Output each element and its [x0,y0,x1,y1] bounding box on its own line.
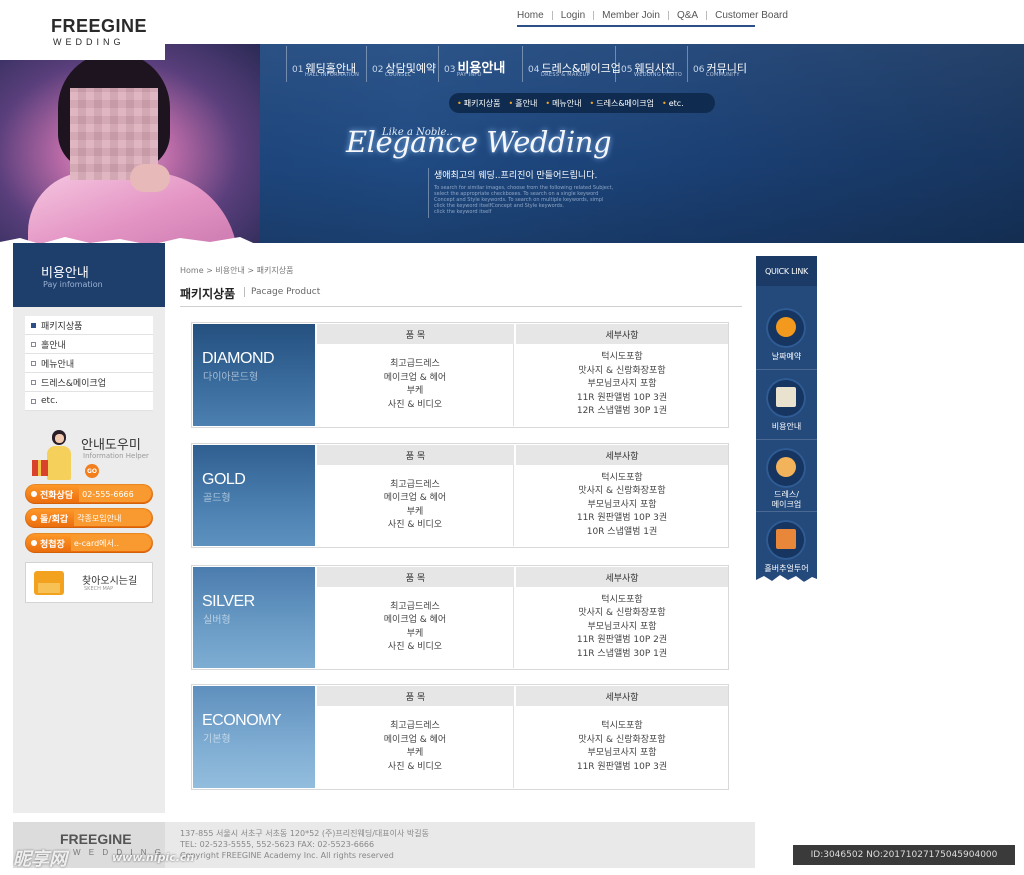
left-sidebar: 비용안내 Pay infomation 패키지상품 홀안내 메뉴안내 드레스&메… [13,243,165,813]
bullet-icon [31,360,36,366]
footer-address: 137-855 서울시 서초구 서초동 120*52 (주)프리진웨딩/대표이사… [180,829,429,860]
bullet-icon [31,322,36,328]
package-silver: SILVER 실버형 품 목 세부사항 최고급드레스 메이크업 & 헤어 부케 … [191,565,729,670]
site-logo[interactable]: FREEGINE WEDDING [0,0,165,60]
details-cell: 턱시도포함 맛사지 & 신랑화장포함 부모님코사지 포함 11R 원판앨범 10… [576,721,668,772]
people-icon [776,457,796,477]
top-link-qna[interactable]: Q&A [677,10,698,21]
page-title: 패키지상품 [180,287,236,301]
package-label: SILVER 실버형 [193,567,315,668]
main-navigation: 01 웨딩홀안내 HALL INFORMATION 02 상담및예약 COUNSEL… [286,46,757,84]
sidebar-item-menu[interactable]: 메뉴안내 [25,354,153,373]
page-title-bar: 패키지상품 Pacage Product [180,283,742,307]
gnb-pay-info[interactable]: 03 비용안내 PAY INFO [438,46,522,82]
gnb-counsel[interactable]: 02 상담및예약 COUNSEL [366,46,438,82]
watermark-id: ID:3046502 NO:20171027175045904000 [793,845,1015,865]
clock-icon [776,317,796,337]
subnav-dress-makeup[interactable]: 드레스&메이크업 [590,98,654,109]
gnb-wedding-photo[interactable]: 05 웨딩사진 WEDDING PHOTO [615,46,687,82]
quick-link-pay-info[interactable]: 비용안내 [756,370,817,440]
phone-consult-button[interactable]: 전화상담 02-555-6666 [25,484,153,504]
subnav-hall[interactable]: 홀안내 [509,98,537,109]
top-link-home[interactable]: Home [517,10,544,21]
subnav-menu[interactable]: 메뉴안내 [545,98,581,109]
page-title-en: Pacage Product [244,287,320,297]
details-cell: 턱시도포함 맛사지 & 신랑화장포함 부모님코사지 포함 11R 원판앨범 10… [576,472,668,537]
items-header: 품 목 [317,445,514,465]
gnb-community[interactable]: 06 커뮤니티 COMMUNITY [687,46,757,82]
top-link-login[interactable]: Login [561,10,585,21]
bullet-icon [31,379,36,385]
sidebar-title: 비용안내 Pay infomation [13,243,165,307]
quick-link-bar: QUICK LINK 날짜예약 비용안내 드레스/ 메이크업 홀버추얼투어 [756,256,817,586]
invitation-button[interactable]: 청첩장 e-card에서.. [25,533,153,553]
banner-title: Elegance Wedding [346,125,612,159]
top-link-member-join[interactable]: Member Join [602,10,660,21]
gnb-dress-makeup[interactable]: 04 드레스&메이크업 DRESS & MAKEUP [522,46,621,82]
package-label: GOLD 골드형 [193,445,315,546]
info-helper: 안내도우미 Information Helper GO [25,426,153,486]
items-header: 품 목 [317,686,514,706]
details-header: 세부사항 [516,686,728,706]
package-diamond: DIAMOND 다이아몬드형 품 목 세부사항 최고급드레스 메이크업 & 헤어… [191,322,729,428]
bullet-icon [31,341,36,347]
sketch-map-button[interactable]: 찾아오시는길 SKECH MAP [25,562,153,603]
bullet-icon [31,398,36,404]
header: FREEGINE WEDDING Home Login Member Join … [0,0,1024,255]
items-cell: 최고급드레스 메이크업 & 헤어 부케 사진 & 비디오 [317,706,514,788]
sidebar-item-package[interactable]: 패키지상품 [25,316,153,335]
logo-sub-text: WEDDING [53,37,125,47]
gift-icon [32,460,48,476]
details-cell: 턱시도포함 맛사지 & 신랑화장포함 부모님코사지 포함 11R 원판앨범 10… [576,352,668,417]
quick-link-title: QUICK LINK [756,256,817,286]
logo-main-text: FREEGINE [51,16,148,36]
top-link-customer-board[interactable]: Customer Board [715,10,788,21]
quick-link-reservation[interactable]: 날짜예약 [756,300,817,370]
helper-character-icon [47,446,71,480]
bride-photo [0,44,260,243]
items-header: 품 목 [317,567,514,587]
delivery-truck-icon [34,571,64,595]
details-header: 세부사항 [516,567,728,587]
helper-go-button[interactable]: GO [85,464,99,478]
subnav-package[interactable]: 패키지상품 [457,98,501,109]
watermark-url: www.nipic.cn [112,851,195,864]
items-cell: 최고급드레스 메이크업 & 헤어 부케 사진 & 비디오 [317,465,514,546]
subnav-etc[interactable]: etc. [662,99,684,108]
details-header: 세부사항 [516,445,728,465]
items-cell: 최고급드레스 메이크업 & 헤어 부케 사진 & 비디오 [317,344,514,426]
banner-tagline-box: 생애최고의 웨딩..프리진이 만들어드립니다. To search for si… [428,168,618,218]
watermark-logo: 昵享网 [13,849,67,870]
items-cell: 최고급드레스 메이크업 & 헤어 부케 사진 & 비디오 [317,587,514,668]
card-icon [776,387,796,407]
banner-tagline: 생애최고의 웨딩..프리진이 만들어드립니다. [434,171,598,181]
top-links: Home Login Member Join Q&A Customer Boar… [517,8,788,22]
gnb-hall-info[interactable]: 01 웨딩홀안내 HALL INFORMATION [286,46,366,82]
torn-paper-edge [756,575,817,592]
breadcrumb: Home > 비용안내 > 패키지상품 [180,266,294,275]
details-cell: 턱시도포함 맛사지 & 신랑화장포함 부모님코사지 포함 11R 원판앨범 10… [576,594,668,659]
items-header: 품 목 [317,324,514,344]
sub-navigation: 패키지상품 홀안내 메뉴안내 드레스&메이크업 etc. [449,93,715,113]
sidebar-item-dress-makeup[interactable]: 드레스&메이크업 [25,373,153,392]
sidebar-menu: 패키지상품 홀안내 메뉴안내 드레스&메이크업 etc. [25,316,153,411]
party-info-button[interactable]: 돌/회갑 각종모임안내 [25,508,153,528]
house-icon [776,529,796,549]
package-label: ECONOMY 기본형 [193,686,315,788]
details-header: 세부사항 [516,324,728,344]
package-label: DIAMOND 다이아몬드형 [193,324,315,426]
quick-link-dress-makeup[interactable]: 드레스/ 메이크업 [756,440,817,512]
sidebar-item-hall[interactable]: 홀안내 [25,335,153,354]
package-economy: ECONOMY 기본형 품 목 세부사항 최고급드레스 메이크업 & 헤어 부케… [191,684,729,790]
package-gold: GOLD 골드형 품 목 세부사항 최고급드레스 메이크업 & 헤어 부케 사진… [191,443,729,548]
sidebar-item-etc[interactable]: etc. [25,392,153,411]
